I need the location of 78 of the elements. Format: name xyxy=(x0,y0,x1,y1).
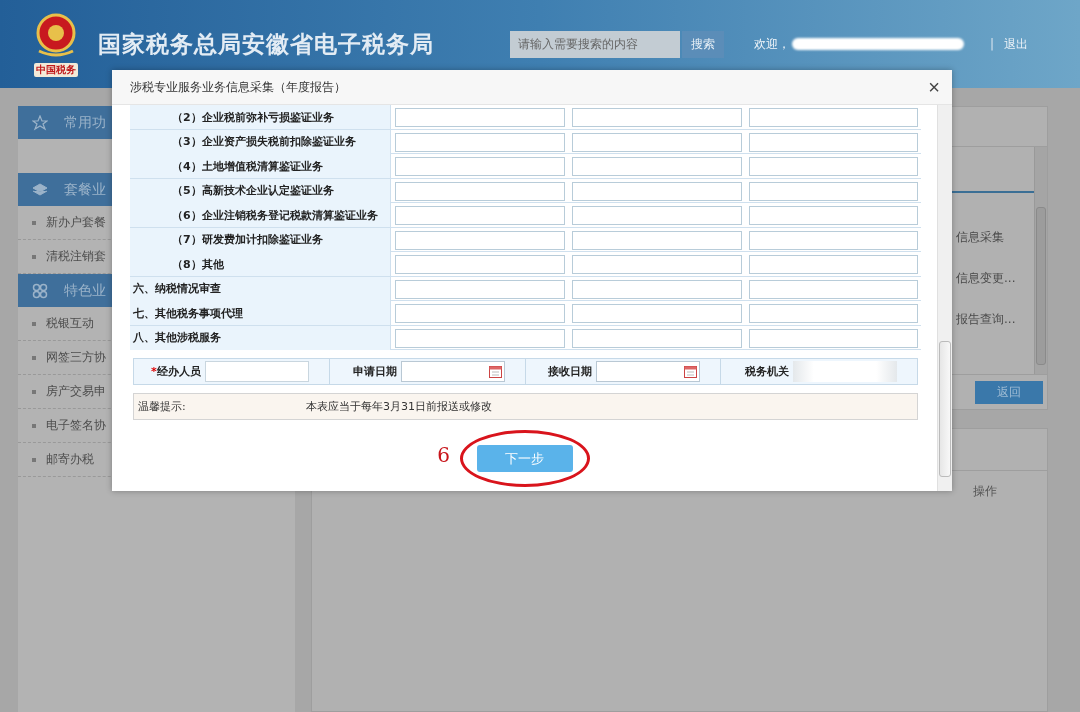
field-label: 接收日期 xyxy=(548,364,593,379)
row-label: 七、其他税务事项代理 xyxy=(130,301,391,325)
bullet-icon xyxy=(32,423,36,428)
notice-text: 本表应当于每年3月31日前报送或修改 xyxy=(306,399,492,414)
input-field[interactable] xyxy=(395,132,565,152)
input-field[interactable] xyxy=(572,157,742,176)
input-field[interactable] xyxy=(395,304,565,323)
input-field[interactable] xyxy=(395,181,565,201)
row-label: （2）企业税前弥补亏损鉴证业务 xyxy=(130,105,391,129)
service-link[interactable]: 信息采集 xyxy=(956,229,1034,246)
column-header: 操作 xyxy=(973,482,997,500)
search-field[interactable]: 请输入需要搜索的内容 xyxy=(510,30,680,58)
service-link[interactable]: 信息变更... xyxy=(956,270,1034,287)
input-field[interactable] xyxy=(395,279,565,299)
site-title: 国家税务总局安徽省电子税务局 xyxy=(98,29,435,59)
input-field[interactable] xyxy=(572,181,742,201)
input-field[interactable] xyxy=(572,206,742,225)
input-field[interactable] xyxy=(749,255,918,274)
welcome-text: 欢迎， xyxy=(754,35,790,53)
row-label: 六、纳税情况审查 xyxy=(130,276,391,301)
row-label: 八、其他涉税服务 xyxy=(130,325,391,350)
grid-icon xyxy=(32,282,48,299)
row-label: （4）土地增值税清算鉴证业务 xyxy=(130,154,391,178)
calendar-icon[interactable] xyxy=(488,365,502,378)
field-label: *经办人员 xyxy=(151,364,201,379)
input-field[interactable] xyxy=(749,132,918,152)
input-field[interactable] xyxy=(395,206,565,225)
input-field[interactable] xyxy=(749,181,918,201)
back-button[interactable]: 返回 xyxy=(975,380,1043,404)
input-field[interactable] xyxy=(749,157,918,176)
row-label: （8）其他 xyxy=(130,252,391,276)
input-field[interactable] xyxy=(749,108,918,127)
input-field[interactable] xyxy=(572,279,742,299)
input-field[interactable] xyxy=(395,255,565,274)
bullet-icon xyxy=(32,355,36,360)
input-field[interactable] xyxy=(572,304,742,323)
row-label: （6）企业注销税务登记税款清算鉴证业务 xyxy=(130,203,391,227)
notice-label: 温馨提示: xyxy=(138,399,187,414)
bullet-icon xyxy=(32,254,36,259)
divider-text: | xyxy=(990,37,995,51)
logo-caption: 中国税务 xyxy=(34,63,78,77)
input-field[interactable] xyxy=(572,255,742,274)
row-label: （5）高新技术企业认定鉴证业务 xyxy=(130,178,391,203)
input-field[interactable] xyxy=(572,328,742,348)
input-field[interactable] xyxy=(749,304,918,323)
input-field[interactable] xyxy=(749,206,918,225)
bullet-icon xyxy=(32,220,36,225)
input-field[interactable] xyxy=(395,108,565,127)
date-field[interactable] xyxy=(400,361,505,382)
layers-icon xyxy=(32,181,48,198)
logout-link[interactable]: 退出 xyxy=(1004,35,1029,53)
row-label: （7）研发费加计扣除鉴证业务 xyxy=(130,227,391,252)
dialog-title: 涉税专业服务业务信息采集（年度报告） xyxy=(130,78,346,96)
field-label: 税务机关 xyxy=(745,364,789,379)
field-label: 申请日期 xyxy=(352,364,397,379)
next-button[interactable]: 下一步 xyxy=(476,445,573,472)
input-field[interactable] xyxy=(572,108,742,127)
close-button[interactable]: × xyxy=(928,77,940,97)
input-field[interactable] xyxy=(395,230,565,250)
input-field[interactable] xyxy=(749,279,918,299)
bullet-icon xyxy=(32,321,36,326)
input-field[interactable] xyxy=(395,157,565,176)
text-field[interactable] xyxy=(204,361,309,382)
step-number: 6 xyxy=(437,442,450,467)
bullet-icon xyxy=(32,389,36,394)
input-field[interactable] xyxy=(395,328,565,348)
input-field[interactable] xyxy=(749,230,918,250)
star-icon xyxy=(32,114,48,131)
bullet-icon xyxy=(32,457,36,462)
calendar-icon[interactable] xyxy=(684,365,698,378)
search-button[interactable]: 搜索 xyxy=(682,30,724,58)
input-field[interactable] xyxy=(749,328,918,348)
input-field[interactable] xyxy=(572,132,742,152)
date-field[interactable] xyxy=(596,361,701,382)
scrollbar[interactable] xyxy=(1034,147,1047,374)
row-label: （3）企业资产损失税前扣除鉴证业务 xyxy=(130,129,391,154)
input-field[interactable] xyxy=(572,230,742,250)
service-link[interactable]: 报告查询... xyxy=(956,311,1034,328)
